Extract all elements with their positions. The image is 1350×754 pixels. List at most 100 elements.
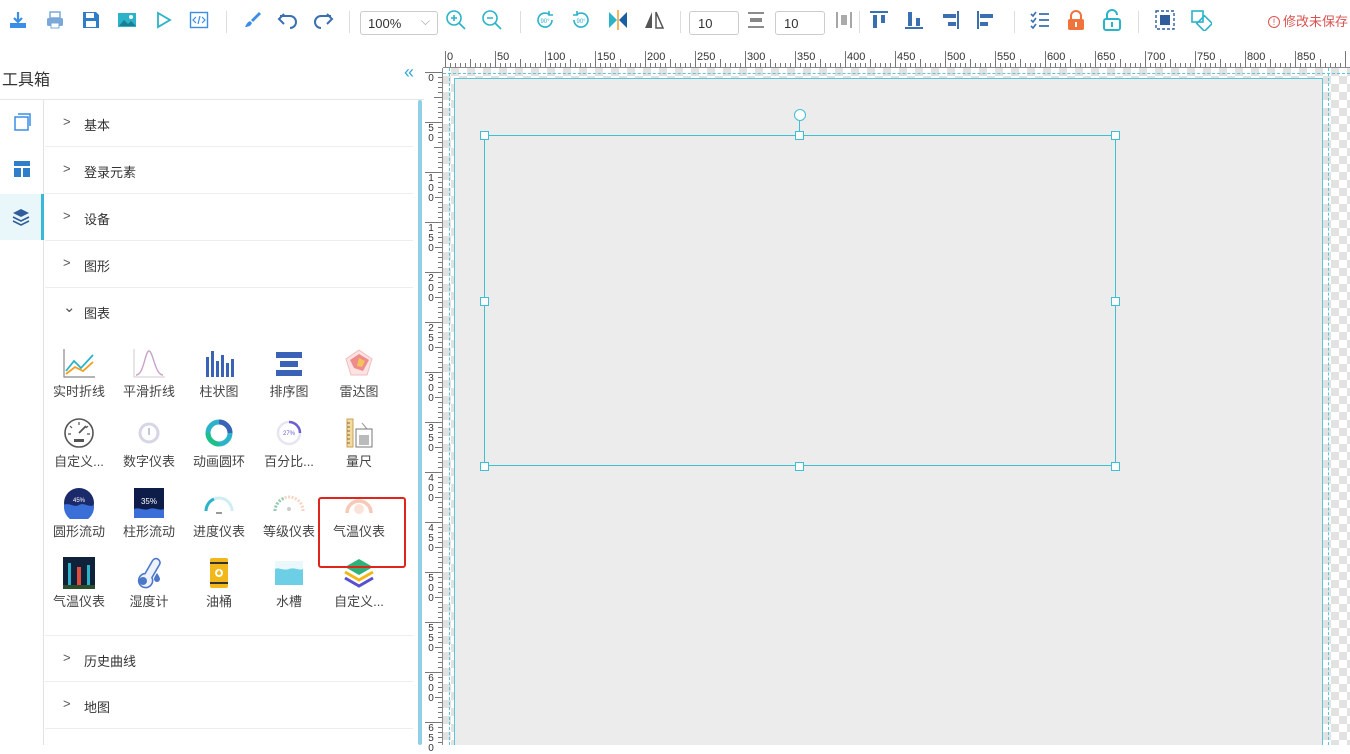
chevron-right-icon: > <box>63 161 71 176</box>
ruler-tick <box>825 63 826 67</box>
code-icon[interactable] <box>188 8 210 32</box>
resize-handle-s[interactable] <box>795 462 804 471</box>
redo-icon[interactable] <box>312 8 334 32</box>
tool-realtime-line[interactable]: 实时折线 <box>46 346 112 412</box>
tool-oil-barrel[interactable]: 油桶 <box>186 556 252 622</box>
layers-copy-icon[interactable] <box>0 100 44 144</box>
resize-handle-n[interactable] <box>795 131 804 140</box>
undo-icon[interactable] <box>277 8 299 32</box>
align-right-icon[interactable] <box>939 8 961 32</box>
zoom-in-icon[interactable] <box>445 8 467 32</box>
vertical-spacing-icon <box>745 8 767 32</box>
brush-icon[interactable] <box>241 8 263 32</box>
align-bottom-icon[interactable] <box>903 8 925 32</box>
ruler-tick <box>438 87 442 88</box>
image-icon[interactable] <box>116 8 138 32</box>
category-map[interactable]: > 地图 <box>45 682 413 729</box>
ruler-tick <box>1065 63 1066 67</box>
ruler-tick <box>680 63 681 67</box>
resize-handle-ne[interactable] <box>1111 131 1120 140</box>
ruler-tick <box>570 59 571 67</box>
preview-icon[interactable] <box>152 8 174 32</box>
resize-handle-w[interactable] <box>480 297 489 306</box>
tool-bar-chart[interactable]: 柱状图 <box>186 346 252 412</box>
align-top-icon[interactable] <box>868 8 890 32</box>
guide-line <box>449 68 450 745</box>
ruler-tick <box>438 632 442 633</box>
zoom-out-icon[interactable] <box>481 8 503 32</box>
horizontal-spacing-input[interactable]: 10 <box>689 11 739 35</box>
panel-title: 工具箱 <box>2 72 51 89</box>
collapse-panel-button[interactable]: « <box>404 62 414 83</box>
tool-progress-gauge[interactable]: 进度仪表 <box>186 486 252 552</box>
tool-custom-gauge[interactable]: 自定义... <box>46 416 112 482</box>
tool-digital-gauge[interactable]: 数字仪表 <box>116 416 182 482</box>
category-history[interactable]: > 历史曲线 <box>45 635 413 682</box>
ruler-label: 350 <box>427 423 435 454</box>
ruler-tick <box>470 59 471 67</box>
resize-handle-nw[interactable] <box>480 131 489 140</box>
ruler-tick <box>1105 63 1106 67</box>
ruler-label: 50 <box>427 123 435 144</box>
percent-ring-icon: 27% <box>272 416 306 450</box>
tool-bar-flow[interactable]: 35% 柱形流动 <box>116 486 182 552</box>
category-charts[interactable]: ⌄ 图表 <box>45 288 413 335</box>
rotate-left-90-icon[interactable]: 90° <box>570 8 592 32</box>
ruler-tick <box>690 63 691 67</box>
tool-temp-bars[interactable]: 气温仪表 <box>46 556 112 622</box>
mirror-icon[interactable] <box>643 8 665 32</box>
ruler-tick <box>545 51 546 67</box>
distribute-horizontal-icon[interactable] <box>833 8 855 32</box>
resize-handle-sw[interactable] <box>480 462 489 471</box>
category-basic[interactable]: > 基本 <box>45 100 413 147</box>
ruler-label: 100 <box>547 51 566 63</box>
tool-ruler[interactable]: 量尺 <box>326 416 392 482</box>
checklist-icon[interactable] <box>1029 8 1051 32</box>
category-shapes[interactable]: > 图形 <box>45 241 413 288</box>
ruler-tick <box>1260 63 1261 67</box>
group-icon[interactable] <box>1154 8 1176 32</box>
tool-water-tank[interactable]: 水槽 <box>256 556 322 622</box>
print-icon[interactable] <box>44 8 66 32</box>
selected-component[interactable] <box>484 135 1116 466</box>
guide-line <box>1328 68 1329 745</box>
tool-label: 等级仪表 <box>262 524 315 539</box>
tool-level-gauge[interactable]: 等级仪表 <box>256 486 322 552</box>
tool-label: 百分比... <box>264 454 314 469</box>
stack-icon[interactable] <box>0 194 44 240</box>
ruler-tick <box>438 342 442 343</box>
resize-handle-se[interactable] <box>1111 462 1120 471</box>
ruler-tick <box>438 737 442 738</box>
zoom-select[interactable]: 100% ⌵ <box>360 11 438 35</box>
ruler-tick <box>438 117 442 118</box>
layout-icon[interactable] <box>0 147 44 191</box>
resize-handle-e[interactable] <box>1111 297 1120 306</box>
rotate-right-90-icon[interactable]: 90° <box>534 8 556 32</box>
panel-scrollbar[interactable] <box>418 100 422 745</box>
align-left-icon[interactable] <box>975 8 997 32</box>
unlock-icon[interactable] <box>1101 8 1123 32</box>
tool-label: 实时折线 <box>52 384 105 399</box>
vertical-spacing-input[interactable]: 10 <box>775 11 825 35</box>
tool-animated-ring[interactable]: 动画圆环 <box>186 416 252 482</box>
download-icon[interactable] <box>7 8 29 32</box>
tool-circle-flow[interactable]: 45% 圆形流动 <box>46 486 112 552</box>
category-login[interactable]: > 登录元素 <box>45 147 413 194</box>
tool-hygrometer[interactable]: 湿度计 <box>116 556 182 622</box>
ruler-tick <box>1085 63 1086 67</box>
ruler-tick <box>835 63 836 67</box>
tool-smooth-line[interactable]: 平滑折线 <box>116 346 182 412</box>
rotate-handle[interactable] <box>794 109 806 121</box>
ruler-label: 700 <box>1147 51 1166 63</box>
ruler-tick <box>438 592 442 593</box>
lock-icon[interactable] <box>1065 8 1087 32</box>
flip-horizontal-icon[interactable] <box>607 8 629 32</box>
category-device[interactable]: > 设备 <box>45 194 413 241</box>
ungroup-icon[interactable] <box>1190 8 1212 32</box>
ruler-tick <box>438 327 442 328</box>
save-icon[interactable] <box>80 8 102 32</box>
tool-percent-ring[interactable]: 27% 百分比... <box>256 416 322 482</box>
ruler-tick <box>1095 51 1096 67</box>
tool-radar-chart[interactable]: 雷达图 <box>326 346 392 412</box>
tool-sort-chart[interactable]: 排序图 <box>256 346 322 412</box>
